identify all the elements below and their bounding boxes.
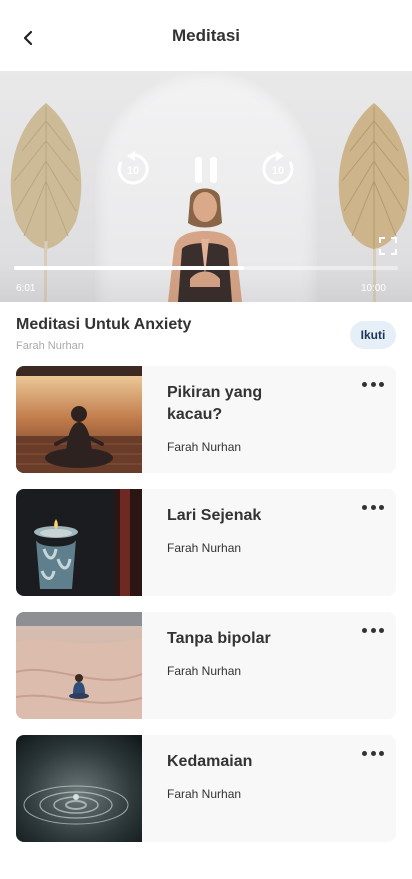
palm-leaf-left — [10, 103, 82, 251]
rewind-10-button[interactable]: 10 — [113, 149, 153, 189]
item-title: Lari Sejenak — [167, 507, 262, 524]
session-title: Meditasi Untuk Anxiety — [16, 316, 192, 333]
forward-10-icon: 10 — [262, 151, 294, 185]
more-options-button[interactable] — [362, 499, 384, 515]
more-options-button[interactable] — [362, 622, 384, 638]
list-item[interactable]: Tanpa bipolar Farah Nurhan — [16, 612, 396, 719]
more-dot-icon — [379, 381, 384, 387]
follow-button[interactable]: Ikuti — [350, 321, 396, 349]
page-title: Meditasi — [171, 26, 241, 45]
more-dot-icon — [362, 627, 367, 633]
more-dot-icon — [362, 750, 367, 756]
more-dot-icon — [370, 504, 376, 510]
session-author: Farah Nurhan — [16, 340, 84, 352]
item-author: Farah Nurhan — [167, 664, 242, 678]
video-player[interactable]: 10 10 6:01 10:00 — [0, 71, 412, 302]
list-item[interactable]: Pikiran yang kacau? Farah Nurhan — [16, 366, 396, 473]
rewind-label: 10 — [127, 165, 139, 177]
thumbnail-oil-burner — [16, 489, 142, 596]
item-author: Farah Nurhan — [167, 541, 242, 555]
item-title: Tanpa bipolar — [167, 630, 271, 647]
session-info: Meditasi Untuk Anxiety Farah Nurhan Ikut… — [16, 316, 396, 356]
more-dot-icon — [370, 381, 376, 387]
thumbnail-desert-sitting — [16, 612, 142, 719]
current-time: 6:01 — [16, 283, 36, 294]
pause-icon — [195, 157, 217, 183]
progress-bar[interactable] — [14, 266, 398, 270]
more-dot-icon — [362, 504, 367, 510]
forward-label: 10 — [272, 165, 284, 177]
list-item[interactable]: Kedamaian Farah Nurhan — [16, 735, 396, 842]
item-author: Farah Nurhan — [167, 787, 242, 801]
duration-time: 10:00 — [360, 283, 386, 294]
more-options-button[interactable] — [362, 745, 384, 761]
progress-fill — [14, 266, 245, 270]
more-options-button[interactable] — [362, 376, 384, 392]
item-title: Pikiran yang kacau? — [167, 384, 263, 423]
item-author: Farah Nurhan — [167, 440, 242, 454]
more-dot-icon — [379, 627, 384, 633]
session-list: Pikiran yang kacau? Farah Nurhan Lari Se… — [16, 366, 396, 858]
more-dot-icon — [379, 504, 384, 510]
list-item[interactable]: Lari Sejenak Farah Nurhan — [16, 489, 396, 596]
more-dot-icon — [362, 381, 367, 387]
pause-button[interactable] — [186, 149, 226, 189]
fullscreen-button[interactable] — [378, 236, 398, 256]
fullscreen-icon — [379, 237, 397, 255]
thumbnail-water-ripple — [16, 735, 142, 842]
more-dot-icon — [370, 750, 376, 756]
palm-leaf-right — [338, 103, 410, 249]
item-title: Kedamaian — [167, 753, 253, 770]
more-dot-icon — [370, 627, 376, 633]
forward-10-button[interactable]: 10 — [258, 149, 298, 189]
thumbnail-meditation-sunset — [16, 366, 142, 473]
more-dot-icon — [379, 750, 384, 756]
rewind-10-icon: 10 — [117, 151, 149, 185]
app-header: Meditasi — [0, 0, 412, 72]
